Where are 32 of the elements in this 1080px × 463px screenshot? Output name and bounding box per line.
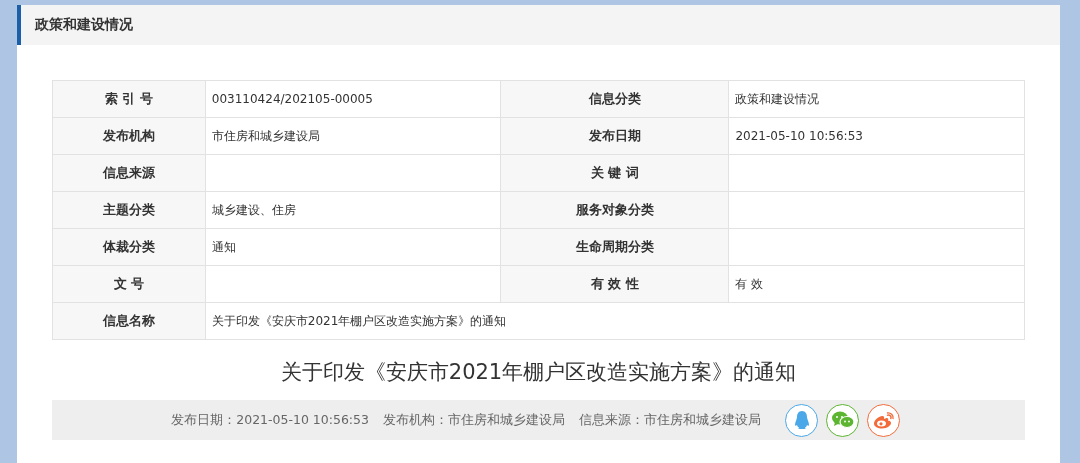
label-cell: 文 号: [52, 265, 206, 303]
label-cell: 信息名称: [52, 302, 206, 340]
label-cell: 主题分类: [52, 191, 206, 229]
label-cell: 索 引 号: [52, 80, 206, 118]
swirl-eye-icon: [872, 411, 895, 429]
value-cell: 有 效: [728, 265, 1025, 303]
label-cell: 发布日期: [500, 117, 729, 155]
share-button[interactable]: [867, 403, 900, 437]
value-cell: 政策和建设情况: [728, 80, 1025, 118]
value-cell: 003110424/202105-00005: [205, 80, 501, 118]
value-cell: 2021-05-10 10:56:53: [728, 117, 1025, 155]
meta-text: 信息来源：市住房和城乡建设局: [579, 411, 761, 429]
meta-text: 发布机构：市住房和城乡建设局: [383, 411, 565, 429]
share-button[interactable]: [826, 403, 859, 437]
label-cell: 关 键 词: [500, 154, 729, 192]
value-cell: 关于印发《安庆市2021年棚户区改造实施方案》的通知: [205, 302, 1025, 340]
label-cell: 信息来源: [52, 154, 206, 192]
label-cell: 信息分类: [500, 80, 729, 118]
label-cell: 生命周期分类: [500, 228, 729, 266]
value-cell: 通知: [205, 228, 501, 266]
value-cell: 城乡建设、住房: [205, 191, 501, 229]
label-cell: 有 效 性: [500, 265, 729, 303]
label-cell: 发布机构: [52, 117, 206, 155]
label-cell: 体裁分类: [52, 228, 206, 266]
article-title: 关于印发《安庆市2021年棚户区改造实施方案》的通知: [279, 359, 798, 386]
value-cell: 市住房和城乡建设局: [205, 117, 501, 155]
meta-text: 发布日期：2021-05-10 10:56:53: [171, 411, 369, 429]
chat-bubbles-icon: [831, 411, 854, 429]
share-button[interactable]: [785, 403, 818, 437]
penguin-icon: [793, 410, 810, 430]
section-title: 政策和建设情况: [34, 16, 133, 34]
label-cell: 服务对象分类: [500, 191, 729, 229]
